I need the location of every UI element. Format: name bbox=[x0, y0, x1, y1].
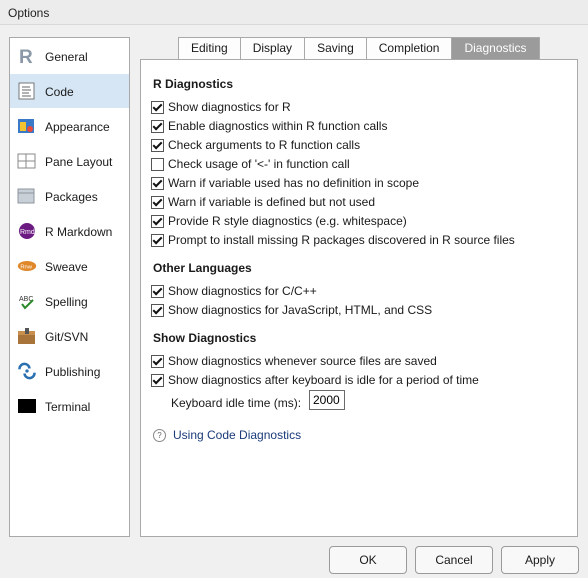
idle-time-label: Keyboard idle time (ms): bbox=[171, 396, 302, 410]
sidebar-item-sweave[interactable]: Rnw Sweave bbox=[10, 249, 129, 283]
checkbox[interactable] bbox=[151, 233, 164, 247]
sidebar-item-appearance[interactable]: Appearance bbox=[10, 109, 129, 143]
spelling-icon: ABC bbox=[19, 296, 34, 310]
help-link-label: Using Code Diagnostics bbox=[173, 428, 302, 442]
section-title-r-diagnostics: R Diagnostics bbox=[153, 77, 234, 91]
sidebar-item-spelling[interactable]: ABC Spelling bbox=[10, 284, 129, 318]
sweave-icon: Rnw bbox=[17, 261, 37, 271]
tab-saving[interactable]: Saving bbox=[304, 37, 367, 59]
terminal-icon bbox=[18, 399, 36, 413]
tab-completion[interactable]: Completion bbox=[365, 37, 453, 59]
idle-time-input[interactable] bbox=[309, 390, 345, 410]
help-link[interactable]: ? Using Code Diagnostics bbox=[153, 428, 301, 442]
sidebar-item-label: Sweave bbox=[45, 260, 88, 274]
option-label: Show diagnostics whenever source files a… bbox=[168, 354, 437, 368]
sidebar-item-code[interactable]: Code bbox=[10, 74, 129, 108]
option-label: Show diagnostics after keyboard is idle … bbox=[168, 373, 479, 387]
checkbox[interactable] bbox=[151, 284, 164, 298]
checkbox[interactable] bbox=[151, 100, 164, 114]
checkbox[interactable] bbox=[151, 303, 164, 317]
option-check-arguments[interactable]: Check arguments to R function calls bbox=[151, 137, 360, 153]
apply-button[interactable]: Apply bbox=[501, 546, 579, 574]
sidebar-item-label: Git/SVN bbox=[45, 330, 89, 344]
option-label: Enable diagnostics within R function cal… bbox=[168, 119, 388, 133]
cancel-button[interactable]: Cancel bbox=[415, 546, 493, 574]
option-label: Warn if variable used has no definition … bbox=[168, 176, 420, 190]
sidebar-item-pane-layout[interactable]: Pane Layout bbox=[10, 144, 129, 178]
sidebar-item-label: R Markdown bbox=[45, 225, 113, 239]
option-show-diagnostics-r[interactable]: Show diagnostics for R bbox=[151, 99, 291, 115]
option-label: Show diagnostics for R bbox=[168, 100, 291, 114]
sidebar-item-label: Spelling bbox=[45, 295, 88, 309]
option-label: Check usage of '<-' in function call bbox=[168, 157, 350, 171]
option-label: Provide R style diagnostics (e.g. whites… bbox=[168, 214, 407, 228]
publishing-icon bbox=[18, 362, 36, 380]
option-warn-unused-variable[interactable]: Warn if variable is defined but not used bbox=[151, 194, 375, 210]
checkbox[interactable] bbox=[151, 214, 164, 228]
tab-editing[interactable]: Editing bbox=[178, 37, 241, 59]
option-label: Check arguments to R function calls bbox=[168, 138, 361, 152]
sidebar-item-label: Terminal bbox=[45, 400, 91, 414]
sidebar-item-git-svn[interactable]: Git/SVN bbox=[10, 319, 129, 353]
tab-diagnostics[interactable]: Diagnostics bbox=[451, 37, 540, 59]
checkbox[interactable] bbox=[151, 176, 164, 190]
pane-layout-icon bbox=[17, 153, 36, 169]
option-label: Warn if variable is defined but not used bbox=[168, 195, 376, 209]
tab-display[interactable]: Display bbox=[239, 37, 306, 59]
svg-text:Rmd: Rmd bbox=[20, 229, 35, 236]
rmd-icon: Rmd bbox=[19, 223, 35, 239]
sidebar-item-publishing[interactable]: Publishing bbox=[10, 354, 129, 388]
git-svn-icon bbox=[18, 328, 35, 344]
sidebar: R General Code Appearance Pane Layout Pa… bbox=[9, 37, 130, 537]
svg-text:Rnw: Rnw bbox=[20, 265, 32, 271]
option-label: Show diagnostics for C/C++ bbox=[168, 284, 317, 298]
packages-icon bbox=[17, 188, 35, 204]
option-enable-diagnostics-in-calls[interactable]: Enable diagnostics within R function cal… bbox=[151, 118, 387, 134]
sidebar-item-terminal[interactable]: Terminal bbox=[10, 389, 129, 423]
section-title-show-diagnostics: Show Diagnostics bbox=[153, 331, 257, 345]
option-diagnostics-cpp[interactable]: Show diagnostics for C/C++ bbox=[151, 283, 317, 299]
r-logo-icon: R bbox=[19, 47, 33, 65]
option-check-assignment-usage[interactable]: Check usage of '<-' in function call bbox=[151, 156, 350, 172]
option-diagnostics-js-html-css[interactable]: Show diagnostics for JavaScript, HTML, a… bbox=[151, 302, 432, 318]
sidebar-item-label: General bbox=[45, 50, 88, 64]
sidebar-item-r-markdown[interactable]: Rmd R Markdown bbox=[10, 214, 129, 248]
sidebar-item-packages[interactable]: Packages bbox=[10, 179, 129, 213]
checkbox[interactable] bbox=[151, 157, 164, 171]
option-label: Prompt to install missing R packages dis… bbox=[168, 233, 515, 247]
section-title-other-languages: Other Languages bbox=[153, 261, 252, 275]
ok-button[interactable]: OK bbox=[329, 546, 407, 574]
sidebar-item-label: Code bbox=[45, 85, 74, 99]
svg-text:R: R bbox=[19, 47, 33, 65]
option-style-diagnostics[interactable]: Provide R style diagnostics (e.g. whites… bbox=[151, 213, 407, 229]
option-diagnostics-on-save[interactable]: Show diagnostics whenever source files a… bbox=[151, 353, 437, 369]
help-icon: ? bbox=[153, 428, 166, 442]
checkbox[interactable] bbox=[151, 138, 164, 152]
appearance-icon bbox=[18, 119, 34, 133]
window-title: Options bbox=[8, 6, 50, 20]
option-warn-undefined-variable[interactable]: Warn if variable used has no definition … bbox=[151, 175, 419, 191]
checkbox[interactable] bbox=[151, 373, 164, 387]
code-page-icon bbox=[18, 82, 35, 100]
sidebar-item-label: Pane Layout bbox=[45, 155, 113, 169]
title-bar: Options bbox=[0, 0, 588, 25]
option-label: Show diagnostics for JavaScript, HTML, a… bbox=[168, 303, 433, 317]
checkbox[interactable] bbox=[151, 354, 164, 368]
sidebar-item-general[interactable]: R General bbox=[10, 39, 129, 73]
checkbox[interactable] bbox=[151, 195, 164, 209]
tab-bar: Editing Display Saving Completion Diagno… bbox=[178, 37, 540, 59]
option-diagnostics-on-idle[interactable]: Show diagnostics after keyboard is idle … bbox=[151, 372, 479, 388]
checkbox[interactable] bbox=[151, 119, 164, 133]
option-prompt-install-packages[interactable]: Prompt to install missing R packages dis… bbox=[151, 232, 515, 248]
sidebar-item-label: Packages bbox=[45, 190, 98, 204]
sidebar-item-label: Publishing bbox=[45, 365, 101, 379]
sidebar-item-label: Appearance bbox=[45, 120, 110, 134]
